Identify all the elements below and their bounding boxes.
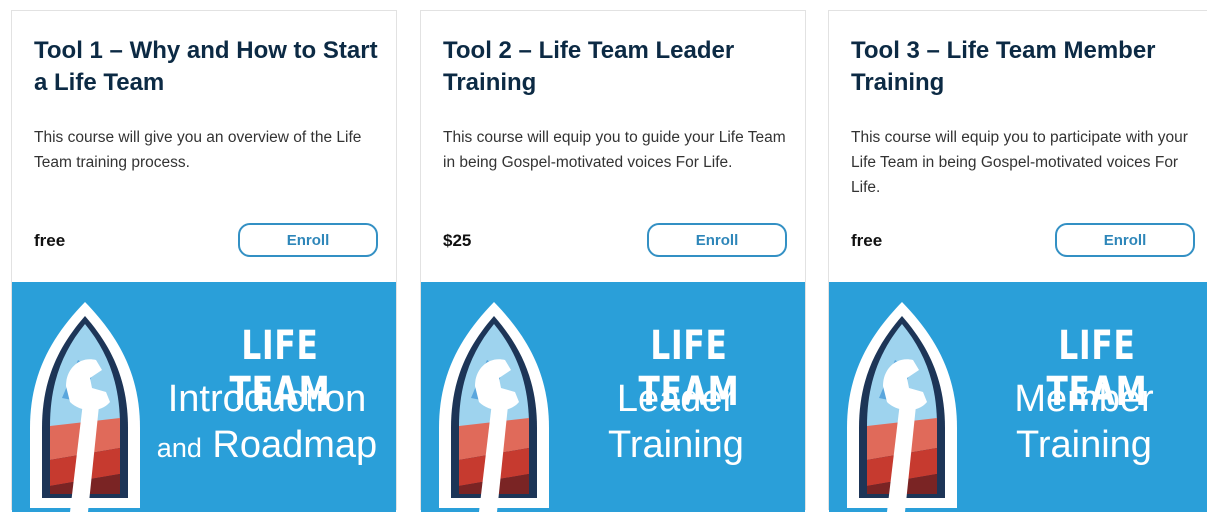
stained-glass-window-icon	[847, 302, 957, 512]
banner-line-2-main: Roadmap	[212, 424, 378, 466]
course-title[interactable]: Tool 1 – Why and How to Start a Life Tea…	[34, 35, 384, 99]
course-card: Tool 1 – Why and How to Start a Life Tea…	[11, 10, 397, 512]
banner-subtitle: Leader Training	[551, 376, 801, 468]
course-description: This course will equip you to guide your…	[443, 129, 786, 171]
course-price: $25	[443, 231, 472, 250]
banner-line-1: Leader	[616, 378, 736, 420]
banner-line-1: Introduction	[167, 378, 367, 420]
banner-line-2: and Roadmap	[142, 422, 392, 471]
course-price: free	[34, 231, 66, 250]
banner-line-2: Training	[1016, 424, 1152, 466]
course-title[interactable]: Tool 2 – Life Team Leader Training	[443, 35, 793, 99]
course-description: This course will give you an overview of…	[34, 129, 362, 171]
course-banner-image[interactable]: LIFE TEAM Introduction and Roadmap	[12, 282, 396, 512]
stained-glass-window-icon	[439, 302, 549, 512]
enroll-button[interactable]: Enroll	[647, 223, 787, 257]
course-description: This course will equip you to participat…	[851, 129, 1188, 196]
course-price: free	[851, 231, 883, 250]
course-banner-image[interactable]: LIFE TEAM Leader Training	[421, 282, 805, 512]
course-title[interactable]: Tool 3 – Life Team Member Training	[851, 35, 1201, 99]
banner-line-2-small: and	[156, 433, 202, 463]
banner-line-2: Training	[608, 424, 744, 466]
course-card: Tool 2 – Life Team Leader Training This …	[420, 10, 806, 512]
banner-subtitle: Introduction and Roadmap	[142, 376, 392, 471]
banner-subtitle: Member Training	[959, 376, 1207, 468]
course-card: Tool 3 – Life Team Member Training This …	[828, 10, 1207, 512]
course-banner-image[interactable]: LIFE TEAM Member Training	[829, 282, 1207, 512]
stained-glass-window-icon	[30, 302, 140, 512]
enroll-button[interactable]: Enroll	[238, 223, 378, 257]
banner-line-1: Member	[1014, 378, 1154, 420]
enroll-button[interactable]: Enroll	[1055, 223, 1195, 257]
